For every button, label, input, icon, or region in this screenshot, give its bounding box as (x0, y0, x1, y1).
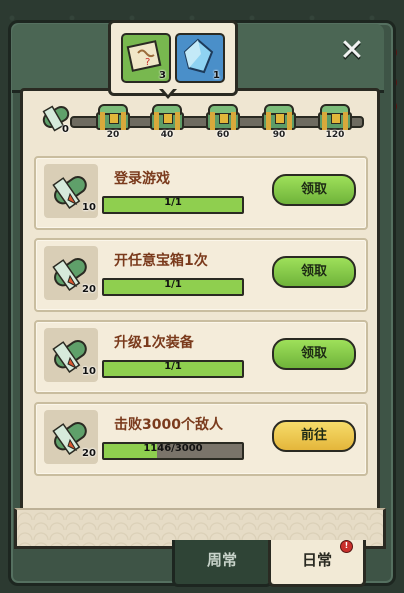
tab-daily[interactable]: 日常 ! (268, 540, 366, 587)
milestone-label: 60 (216, 130, 230, 140)
tab-weekly-label: 周常 (206, 551, 237, 569)
chest-lock-icon (109, 113, 119, 124)
go-button[interactable]: 前往 (272, 420, 356, 452)
notification-badge: ! (340, 540, 353, 553)
task-progress-bar: 1146/3000 (102, 442, 244, 460)
milestone-label: 120 (325, 130, 345, 140)
task-reward-amount: 20 (82, 284, 96, 295)
task-progress-bar: 1/1 (102, 278, 244, 296)
task-title: 击败3000个敌人 (114, 417, 223, 433)
task-title: 登录游戏 (114, 171, 170, 187)
task-title: 开任意宝箱1次 (114, 253, 208, 269)
task-progress-text: 1/1 (164, 279, 182, 290)
task-reward-icon: 10 (44, 164, 98, 218)
task-title: 升级1次装备 (114, 335, 194, 351)
task-reward-amount: 20 (82, 448, 96, 459)
task-reward-amount: 10 (82, 366, 96, 377)
task-card: 20 击败3000个敌人 1146/3000 前往 (34, 402, 368, 476)
tab-daily-label: 日常 (301, 551, 332, 569)
task-reward-icon: 20 (44, 246, 98, 300)
task-progress-bar: 1/1 (102, 196, 244, 214)
claim-button[interactable]: 领取 (272, 338, 356, 370)
tab-weekly[interactable]: 周常 (172, 540, 272, 587)
close-icon: ✕ (339, 33, 365, 68)
svg-text:?: ? (145, 57, 150, 68)
milestone-chest[interactable] (262, 104, 296, 130)
claim-button[interactable]: 领取 (272, 174, 356, 206)
chest-lock-icon (219, 113, 229, 124)
reward-count: 3 (159, 70, 166, 81)
chest-lock-icon (331, 113, 341, 124)
reward-tooltip: ? 3 1 (108, 20, 238, 96)
task-card: 10 登录游戏 1/1 领取 (34, 156, 368, 230)
reward-item[interactable]: ? 3 (121, 33, 171, 83)
task-reward-amount: 10 (82, 202, 96, 213)
milestone-label: 90 (272, 130, 286, 140)
milestone-label: 20 (106, 130, 120, 140)
claim-button[interactable]: 领取 (272, 256, 356, 288)
task-card: 20 开任意宝箱1次 1/1 领取 (34, 238, 368, 312)
close-button[interactable]: ✕ (334, 34, 370, 68)
milestone-chest[interactable] (206, 104, 240, 130)
task-reward-icon: 20 (44, 410, 98, 464)
task-progress-text: 1146/3000 (143, 443, 203, 454)
task-reward-icon: 10 (44, 328, 98, 382)
task-progress-text: 1/1 (164, 197, 182, 208)
reward-count: 1 (213, 70, 220, 81)
chest-lock-icon (163, 113, 173, 124)
task-card: 10 升级1次装备 1/1 领取 (34, 320, 368, 394)
milestone-chest[interactable] (318, 104, 352, 130)
milestone-chest[interactable] (150, 104, 184, 130)
milestone-chest[interactable] (96, 104, 130, 130)
task-progress-text: 1/1 (164, 361, 182, 372)
milestone-label: 40 (160, 130, 174, 140)
tooltip-tail (162, 88, 174, 95)
task-progress-bar: 1/1 (102, 360, 244, 378)
reward-item[interactable]: 1 (175, 33, 225, 83)
current-points: 0 (62, 124, 69, 135)
chest-lock-icon (275, 113, 285, 124)
